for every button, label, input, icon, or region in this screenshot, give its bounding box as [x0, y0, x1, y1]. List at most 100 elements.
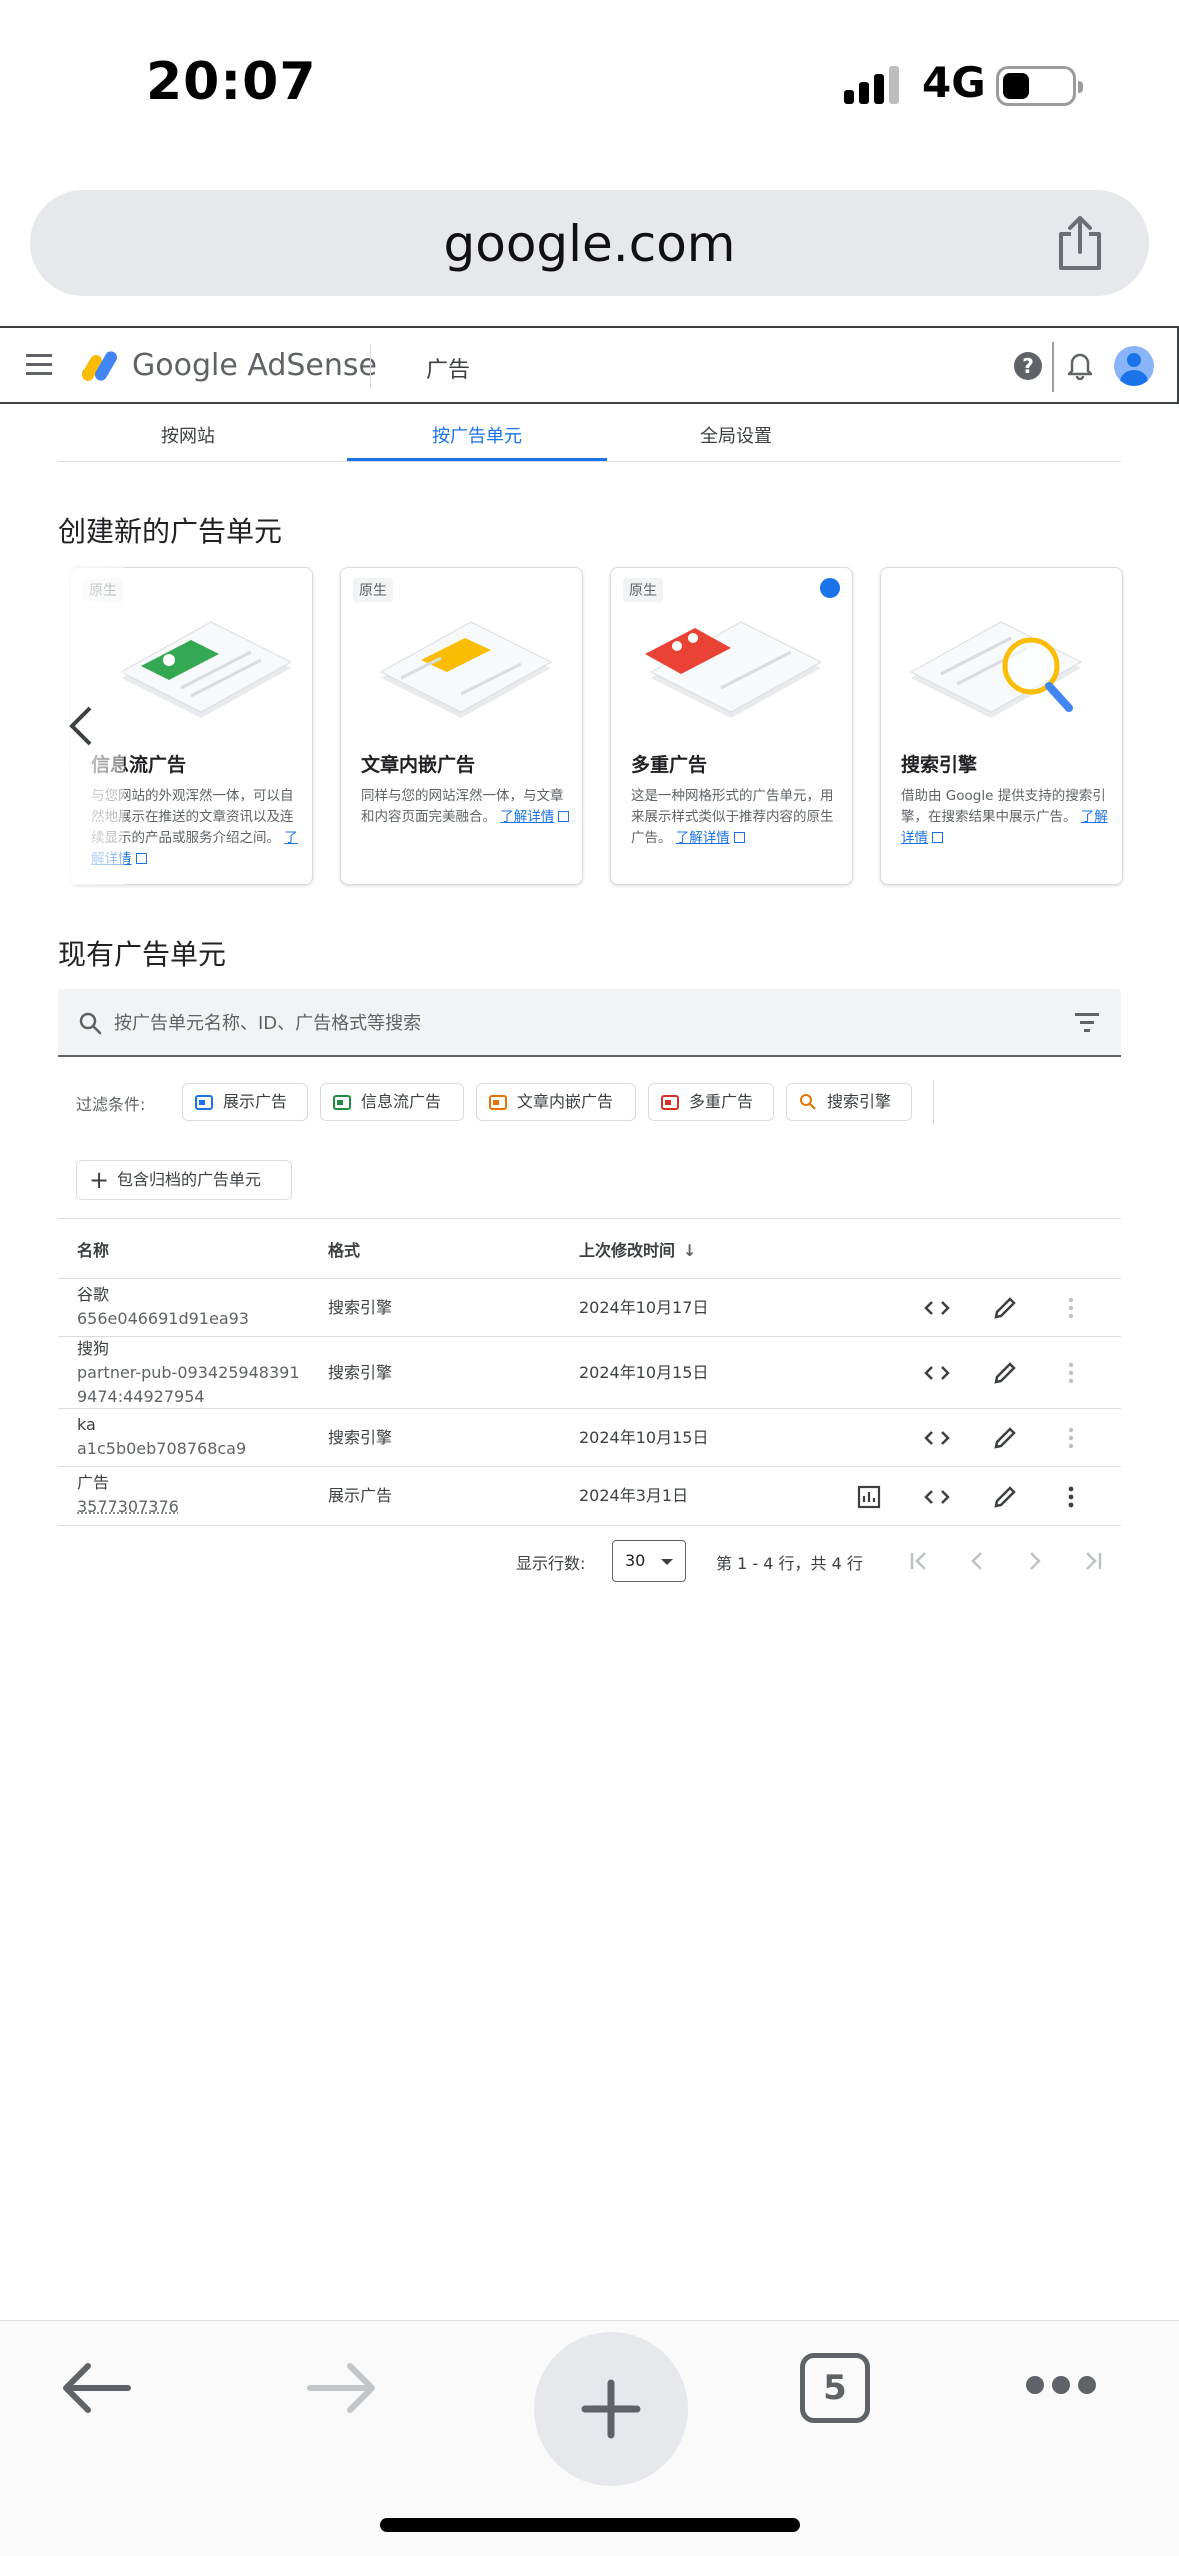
ad-unit-modified: 2024年10月15日: [579, 1428, 709, 1447]
header-divider: [370, 344, 371, 388]
col-header-modified-label: 上次修改时间: [579, 1241, 676, 1260]
account-avatar[interactable]: [1114, 346, 1154, 386]
edit-pencil-icon[interactable]: [990, 1482, 1020, 1512]
last-page-icon[interactable]: [1078, 1546, 1108, 1576]
chevron-left-icon[interactable]: [64, 702, 98, 750]
ad-unit-id: partner-pub-0934259483919474:44927954: [77, 1363, 300, 1406]
external-link-icon: [558, 811, 570, 822]
card-desc-text: 这是一种网格形式的广告单元，用来展示样式类似于推荐内容的原生广告。: [631, 788, 834, 846]
prev-page-icon[interactable]: [962, 1546, 992, 1576]
ios-status-bar: 20:07 4G: [0, 0, 1179, 170]
forward-arrow-icon[interactable]: [304, 2356, 380, 2420]
edit-pencil-icon[interactable]: [990, 1293, 1020, 1323]
card-title: 搜索引擎: [901, 754, 978, 776]
learn-more-link[interactable]: 了解详情: [500, 809, 554, 825]
new-tab-button[interactable]: [534, 2332, 688, 2486]
ad-unit-name-cell: 搜狗 partner-pub-0934259483919474:44927954: [77, 1337, 309, 1409]
ad-unit-format: 展示广告: [328, 1486, 393, 1505]
filter-chip-label: 展示广告: [223, 1092, 288, 1111]
ad-unit-name-cell: 谷歌 656e046691d91ea93: [77, 1283, 249, 1331]
card-in-article[interactable]: 原生 文章内嵌广告 同样与您的网站浑然一体，与文章和内容页面完美融合。 了解详情: [340, 567, 583, 885]
tab-switcher-button[interactable]: 5: [800, 2353, 870, 2423]
tab-by-ad-unit[interactable]: 按广告单元: [347, 422, 607, 448]
filter-chip-search-engine[interactable]: 搜索引擎: [786, 1083, 912, 1121]
ad-unit-id: 3577307376: [77, 1497, 179, 1516]
create-section-title: 创建新的广告单元: [58, 515, 283, 548]
filter-chip-in-feed[interactable]: 信息流广告: [320, 1083, 464, 1121]
filter-chip-label: 信息流广告: [361, 1092, 442, 1111]
code-icon[interactable]: [922, 1358, 952, 1388]
lightning-icon: [820, 578, 840, 598]
col-header-modified[interactable]: 上次修改时间 ↓: [579, 1237, 696, 1261]
more-horiz-icon[interactable]: [1026, 2376, 1096, 2400]
ad-unit-format: 搜索引擎: [328, 1363, 393, 1382]
multiplex-illustration-icon: [645, 621, 823, 718]
table-row[interactable]: 谷歌 656e046691d91ea93 搜索引擎 2024年10月17日: [58, 1278, 1121, 1336]
existing-section-title: 现有广告单元: [58, 938, 227, 971]
search-engine-ad-icon: [800, 1094, 816, 1110]
brand-name: Google AdSense: [132, 348, 377, 383]
col-header-format[interactable]: 格式: [328, 1237, 360, 1261]
learn-more-link[interactable]: 了解详情: [676, 830, 730, 846]
table-header-row: 名称 格式 上次修改时间 ↓: [58, 1218, 1121, 1278]
ad-unit-format: 搜索引擎: [328, 1428, 393, 1447]
ad-unit-name[interactable]: ka: [77, 1413, 246, 1437]
home-indicator: [380, 2518, 800, 2532]
filter-chip-display[interactable]: 展示广告: [182, 1083, 308, 1121]
ad-unit-name[interactable]: 谷歌: [77, 1283, 249, 1307]
card-description: 同样与您的网站浑然一体，与文章和内容页面完美融合。 了解详情: [361, 786, 571, 828]
search-input[interactable]: [114, 1003, 1014, 1043]
search-icon: [79, 1012, 102, 1035]
table-row[interactable]: 广告 3577307376 展示广告 2024年3月1日: [58, 1466, 1121, 1526]
plus-icon: +: [89, 1166, 110, 1194]
search-engine-illustration-icon: [909, 621, 1083, 718]
ad-unit-modified: 2024年3月1日: [579, 1486, 689, 1505]
card-description: 这是一种网格形式的广告单元，用来展示样式类似于推荐内容的原生广告。 了解详情: [631, 786, 841, 849]
code-icon[interactable]: [922, 1423, 952, 1453]
table-row[interactable]: 搜狗 partner-pub-0934259483919474:44927954…: [58, 1336, 1121, 1408]
in-article-ad-icon: [489, 1095, 507, 1110]
card-title: 文章内嵌广告: [361, 754, 476, 776]
ad-unit-name[interactable]: 搜狗: [77, 1337, 309, 1361]
code-icon[interactable]: [922, 1482, 952, 1512]
dropdown-caret-icon: [661, 1559, 673, 1565]
share-icon[interactable]: [1053, 214, 1107, 272]
rows-per-page-select[interactable]: 30: [612, 1540, 686, 1582]
more-vert-icon[interactable]: [1056, 1482, 1086, 1512]
active-tab-indicator: [347, 458, 607, 461]
status-time: 20:07: [146, 52, 317, 112]
ad-unit-name[interactable]: 广告: [77, 1471, 179, 1495]
multiplex-ad-icon: [661, 1095, 679, 1110]
edit-pencil-icon[interactable]: [990, 1358, 1020, 1388]
first-page-icon[interactable]: [904, 1546, 934, 1576]
report-chart-icon[interactable]: [854, 1482, 884, 1512]
help-icon[interactable]: ?: [1014, 352, 1042, 380]
card-search-engine[interactable]: 搜索引擎 借助由 Google 提供支持的搜索引擎，在搜索结果中展示广告。 了解…: [880, 567, 1123, 885]
address-bar[interactable]: google.com: [30, 190, 1149, 296]
display-ad-icon: [195, 1095, 213, 1110]
col-header-name[interactable]: 名称: [77, 1237, 109, 1261]
include-archived-button[interactable]: + 包含归档的广告单元: [76, 1160, 292, 1200]
ad-unit-id: a1c5b0eb708768ca9: [77, 1439, 247, 1458]
tab-global-settings[interactable]: 全局设置: [606, 422, 866, 448]
card-multiplex[interactable]: 原生 多重广告 这是一种网格形式的广告单元，用来展示样式类似于推荐内容的原生广告…: [610, 567, 853, 885]
ad-unit-modified: 2024年10月15日: [579, 1363, 709, 1382]
filter-chip-label: 搜索引擎: [827, 1092, 892, 1111]
notifications-bell-icon[interactable]: [1067, 350, 1093, 380]
filter-chip-in-article[interactable]: 文章内嵌广告: [476, 1083, 636, 1121]
card-description: 借助由 Google 提供支持的搜索引擎，在搜索结果中展示广告。 了解详情: [901, 786, 1111, 849]
ad-unit-format: 搜索引擎: [328, 1298, 393, 1317]
more-vert-icon[interactable]: [1056, 1358, 1086, 1388]
edit-pencil-icon[interactable]: [990, 1423, 1020, 1453]
code-icon[interactable]: [922, 1293, 952, 1323]
tab-by-site[interactable]: 按网站: [58, 422, 318, 448]
menu-icon[interactable]: [26, 354, 52, 376]
next-page-icon[interactable]: [1020, 1546, 1050, 1576]
card-title: 多重广告: [631, 754, 708, 776]
back-arrow-icon[interactable]: [58, 2356, 134, 2420]
table-row[interactable]: ka a1c5b0eb708768ca9 搜索引擎 2024年10月15日: [58, 1408, 1121, 1466]
more-vert-icon[interactable]: [1056, 1293, 1086, 1323]
filter-list-icon[interactable]: [1075, 1013, 1099, 1033]
filter-chip-multiplex[interactable]: 多重广告: [648, 1083, 774, 1121]
more-vert-icon[interactable]: [1056, 1423, 1086, 1453]
